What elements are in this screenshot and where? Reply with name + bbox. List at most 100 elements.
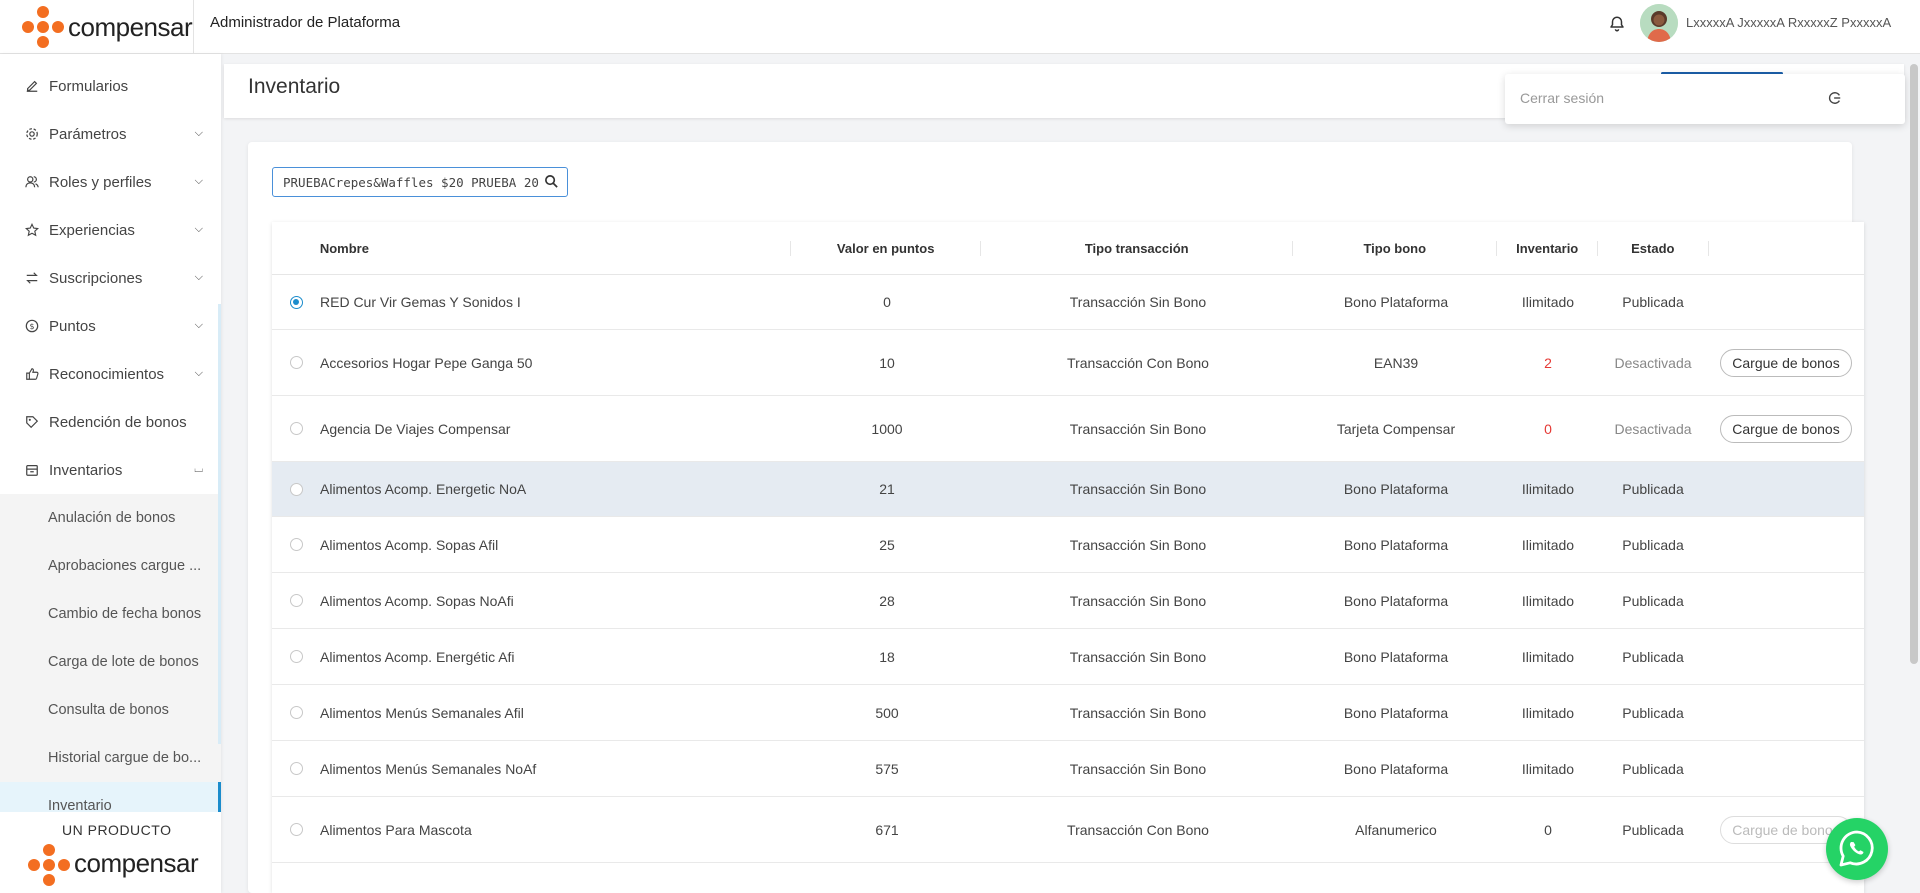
row-name: Alimentos Para Mascota — [320, 821, 472, 838]
row-inventory: Ilimitado — [1521, 481, 1575, 497]
inventory-card: Nombre Valor en puntos Tipo transacción … — [248, 142, 1864, 893]
row-radio[interactable] — [289, 538, 303, 551]
cargue-bonos-button[interactable]: Cargue de bonos — [1720, 414, 1852, 443]
bell-icon[interactable] — [1608, 14, 1626, 34]
table-row[interactable]: Alimentos Acomp. Sopas Afil 25 Transacci… — [272, 517, 1864, 573]
row-points: 10 — [879, 354, 895, 371]
star-icon — [24, 222, 40, 238]
table-row[interactable]: RED Cur Vir Gemas Y Sonidos I 0 Transacc… — [272, 275, 1864, 330]
table-row[interactable]: Alimentos Menús Semanales Afil 500 Trans… — [272, 685, 1864, 741]
row-transaction: Transacción Con Bono — [1067, 821, 1209, 838]
submenu-item-anulacion[interactable]: Anulación de bonos — [0, 494, 221, 542]
row-radio[interactable] — [289, 706, 303, 719]
row-radio[interactable] — [289, 823, 303, 836]
search-field[interactable] — [272, 167, 568, 197]
submenu-item-cambio-fecha[interactable]: Cambio de fecha bonos — [0, 590, 221, 638]
row-bonus-type: Bono Plataforma — [1343, 536, 1449, 553]
row-status: Publicada — [1622, 481, 1684, 497]
row-name: Agencia De Viajes Compensar — [320, 420, 511, 437]
user-name[interactable]: LxxxxxA JxxxxxA RxxxxxZ PxxxxxA — [1686, 0, 1891, 46]
submenu-item-aprobaciones[interactable]: Aprobaciones cargue ... — [0, 542, 221, 590]
compensar-dots-icon — [28, 844, 70, 886]
table-row[interactable]: Agencia De Viajes Compensar 1000 Transac… — [272, 396, 1864, 462]
column-header-transaction[interactable]: Tipo transacción — [981, 240, 1294, 256]
row-status: Publicada — [1622, 536, 1684, 553]
gear-icon — [24, 126, 40, 142]
row-radio[interactable] — [289, 762, 303, 775]
logout-menu[interactable]: Cerrar sesión — [1505, 74, 1905, 124]
row-radio[interactable] — [289, 482, 303, 496]
row-radio[interactable] — [289, 422, 303, 435]
row-inventory: Ilimitado — [1521, 592, 1575, 609]
row-points: 25 — [879, 536, 895, 553]
row-transaction: Transacción Sin Bono — [1069, 648, 1207, 665]
row-radio[interactable] — [289, 295, 303, 309]
sidebar-item-label: Inventarios — [49, 461, 123, 479]
column-header-inventory[interactable]: Inventario — [1497, 240, 1598, 256]
row-inventory: Ilimitado — [1521, 294, 1575, 310]
row-bonus-type: Bono Plataforma — [1343, 648, 1449, 665]
brand-name: compensar — [68, 11, 193, 42]
submenu-item-historial[interactable]: Historial cargue de bo... — [0, 734, 221, 782]
row-bonus-type: Bono Plataforma — [1343, 592, 1449, 609]
submenu-item-carga-lote[interactable]: Carga de lote de bonos — [0, 638, 221, 686]
row-transaction: Transacción Sin Bono — [1069, 704, 1207, 721]
sidebar-item-formularios[interactable]: Formularios — [0, 62, 221, 110]
table-row[interactable]: Alimentos Acomp. Energetic NoA 21 Transa… — [272, 462, 1864, 517]
coin-icon: $ — [24, 318, 40, 334]
search-icon[interactable] — [544, 174, 559, 189]
row-inventory: 2 — [1544, 354, 1552, 371]
sidebar-item-label: Redención de bonos — [49, 413, 187, 431]
sidebar-item-puntos[interactable]: $ Puntos ⌵ — [0, 302, 221, 350]
sidebar-item-redencion[interactable]: Redención de bonos — [0, 398, 221, 446]
table-row[interactable]: Alimentos Menús Semanales NoAf 575 Trans… — [272, 741, 1864, 797]
inventarios-submenu: Anulación de bonos Aprobaciones cargue .… — [0, 494, 221, 830]
search-input[interactable] — [281, 168, 541, 196]
footer-caption: UN PRODUCTO — [62, 822, 172, 838]
row-inventory: Ilimitado — [1521, 648, 1575, 665]
row-radio[interactable] — [289, 356, 303, 369]
cargue-bonos-button[interactable]: Cargue de bonos — [1720, 348, 1852, 377]
sidebar-item-parametros[interactable]: Parámetros ⌵ — [0, 110, 221, 158]
row-radio[interactable] — [289, 650, 303, 663]
brand-logo[interactable]: compensar — [0, 0, 194, 54]
column-header-status[interactable]: Estado — [1598, 240, 1709, 256]
swap-icon — [24, 270, 40, 286]
sidebar-item-label: Suscripciones — [49, 269, 143, 287]
row-inventory: Ilimitado — [1521, 704, 1575, 721]
row-status: Publicada — [1622, 760, 1684, 777]
column-header-bonus-type[interactable]: Tipo bono — [1293, 240, 1498, 256]
avatar[interactable] — [1640, 4, 1678, 42]
chevron-down-icon: ⌵ — [194, 223, 203, 235]
chevron-down-icon: ⌵ — [194, 367, 203, 379]
sidebar-item-reconocimientos[interactable]: Reconocimientos ⌵ — [0, 350, 221, 398]
table-row[interactable]: Accesorios Hogar Pepe Ganga 50 10 Transa… — [272, 330, 1864, 396]
column-header-name[interactable]: Nombre — [320, 240, 792, 256]
submenu-item-consulta[interactable]: Consulta de bonos — [0, 686, 221, 734]
sidebar-item-suscripciones[interactable]: Suscripciones ⌵ — [0, 254, 221, 302]
whatsapp-button[interactable] — [1826, 818, 1888, 880]
table-row[interactable]: Alimentos Para Mascota 671 Transacción C… — [272, 797, 1864, 863]
row-bonus-type: EAN39 — [1373, 354, 1419, 371]
chevron-down-icon: ⌵ — [194, 271, 203, 283]
row-points: 671 — [875, 821, 899, 838]
sidebar-scrollbar[interactable] — [218, 304, 221, 744]
row-status: Publicada — [1622, 294, 1684, 310]
row-name: Alimentos Acomp. Sopas Afil — [320, 536, 499, 553]
table-row[interactable]: Alimentos Acomp. Sopas NoAfi 28 Transacc… — [272, 573, 1864, 629]
row-status: Publicada — [1622, 592, 1684, 609]
sidebar-item-roles[interactable]: Roles y perfiles ⌵ — [0, 158, 221, 206]
row-points: 500 — [875, 704, 899, 721]
page-scrollbar[interactable] — [1910, 64, 1918, 664]
tag-icon — [24, 414, 40, 430]
sidebar-item-label: Puntos — [49, 317, 96, 335]
row-radio[interactable] — [289, 594, 303, 607]
footer-brand: UN PRODUCTO compensar — [0, 812, 221, 893]
inventory-table: Nombre Valor en puntos Tipo transacción … — [272, 222, 1864, 893]
row-transaction: Transacción Sin Bono — [1069, 481, 1207, 497]
column-header-points[interactable]: Valor en puntos — [791, 240, 982, 256]
table-row[interactable]: Alimentos Acomp. Energétic Afi 18 Transa… — [272, 629, 1864, 685]
sidebar-item-experiencias[interactable]: Experiencias ⌵ — [0, 206, 221, 254]
sidebar-item-inventarios[interactable]: Inventarios ⌴ — [0, 446, 221, 494]
chevron-down-icon: ⌵ — [194, 127, 203, 139]
